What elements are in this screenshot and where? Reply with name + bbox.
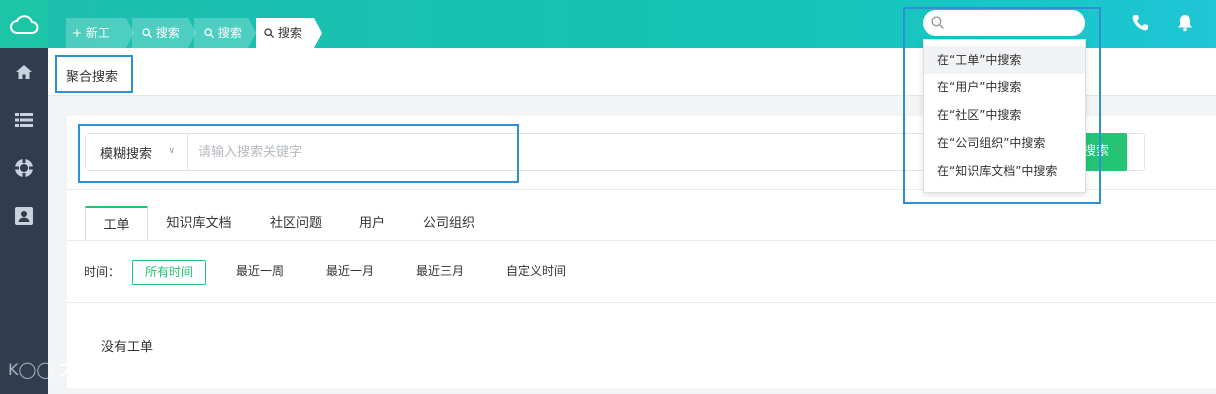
divider [67, 302, 1216, 303]
filter-last-week[interactable]: 最近一周 [224, 260, 296, 285]
tab-search-active[interactable]: 搜索 [256, 18, 322, 48]
phone-icon[interactable] [1130, 13, 1150, 33]
search-icon [204, 28, 215, 39]
filter-last-three-months[interactable]: 最近三月 [404, 260, 476, 285]
watermark-text: 大数跨境 [59, 356, 140, 380]
contact-card-icon[interactable] [0, 192, 48, 240]
search-icon [142, 28, 153, 39]
lifebuoy-icon[interactable] [0, 144, 48, 192]
tab-tickets[interactable]: 工单 [85, 206, 148, 241]
tab-label: 搜索 [217, 26, 242, 40]
cloud-logo-icon[interactable] [0, 0, 48, 48]
divider [67, 240, 1216, 241]
tab-kb-docs[interactable]: 知识库文档 [165, 206, 233, 241]
home-icon[interactable] [0, 48, 48, 96]
tab-label: 搜索 [277, 26, 302, 40]
list-icon[interactable] [0, 96, 48, 144]
filter-all-time[interactable]: 所有时间 [132, 260, 207, 285]
tab-search-2[interactable]: 搜索 [194, 18, 256, 48]
tab-users[interactable]: 用户 [357, 206, 387, 241]
sidebar [0, 0, 48, 394]
filter-last-month[interactable]: 最近一月 [314, 260, 386, 285]
search-icon [264, 28, 275, 39]
tab-community[interactable]: 社区问题 [267, 206, 325, 241]
watermark-logo-icon: K◯◯ [8, 360, 60, 379]
bell-icon[interactable] [1175, 13, 1195, 33]
highlight-box [78, 124, 519, 183]
filter-custom-time[interactable]: 自定义时间 [494, 260, 578, 285]
highlight-box [903, 7, 1101, 204]
time-filter-label: 时间： [84, 265, 121, 279]
tab-organizations[interactable]: 公司组织 [421, 206, 477, 241]
tab-new-ticket[interactable]: + 新工单 [66, 18, 134, 70]
watermark: K◯◯ 大数跨境 [8, 352, 139, 381]
tab-label: 搜索 [155, 26, 180, 40]
highlight-box [55, 55, 133, 93]
tab-search-1[interactable]: 搜索 [132, 18, 196, 48]
